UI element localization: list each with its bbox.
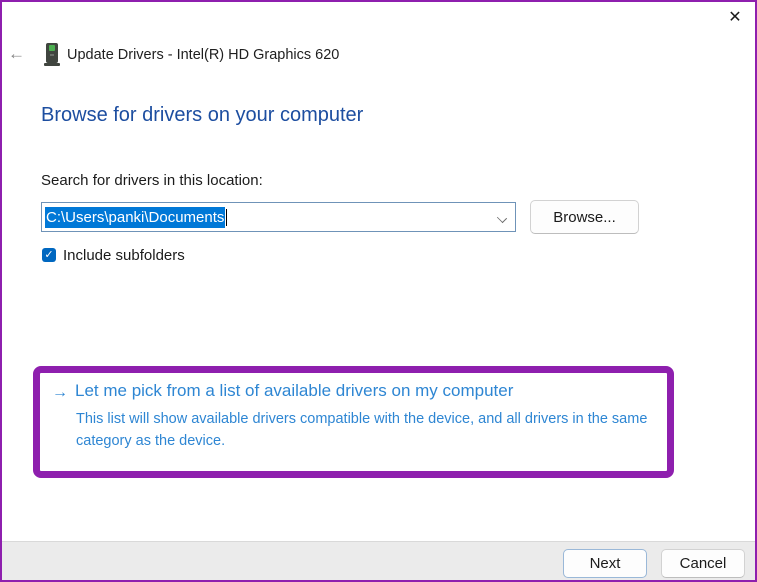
driver-location-combobox[interactable]: C:\Users\panki\Documents [41, 202, 516, 232]
chevron-down-icon[interactable] [497, 213, 507, 223]
checkbox-checked-icon[interactable]: ✓ [42, 248, 56, 262]
text-caret [226, 209, 227, 226]
update-drivers-wizard-window: ✕ ← Update Drivers - Intel(R) HD Graphic… [0, 0, 757, 582]
browse-button[interactable]: Browse... [530, 200, 639, 234]
back-arrow-icon[interactable]: ← [8, 44, 25, 64]
let-me-pick-description: This list will show available drivers co… [76, 408, 664, 452]
device-icon-slot [50, 54, 54, 56]
include-subfolders-checkbox-row[interactable]: ✓ Include subfolders [42, 246, 185, 264]
search-location-label: Search for drivers in this location: [41, 172, 263, 189]
next-button[interactable]: Next [563, 549, 647, 578]
cancel-button[interactable]: Cancel [661, 549, 745, 578]
screenshot-annotation-frame [0, 0, 757, 582]
let-me-pick-link[interactable]: Let me pick from a list of available dri… [75, 381, 513, 401]
window-title: Update Drivers - Intel(R) HD Graphics 62… [67, 47, 339, 63]
path-value-selected-text: C:\Users\panki\Documents [45, 207, 225, 228]
include-subfolders-label: Include subfolders [63, 247, 185, 264]
arrow-right-icon: → [52, 384, 68, 402]
device-icon-green-led [49, 45, 55, 51]
close-icon[interactable]: ✕ [723, 6, 747, 30]
device-icon-base [44, 63, 60, 66]
device-driver-icon [44, 43, 62, 68]
page-title: Browse for drivers on your computer [41, 104, 363, 127]
